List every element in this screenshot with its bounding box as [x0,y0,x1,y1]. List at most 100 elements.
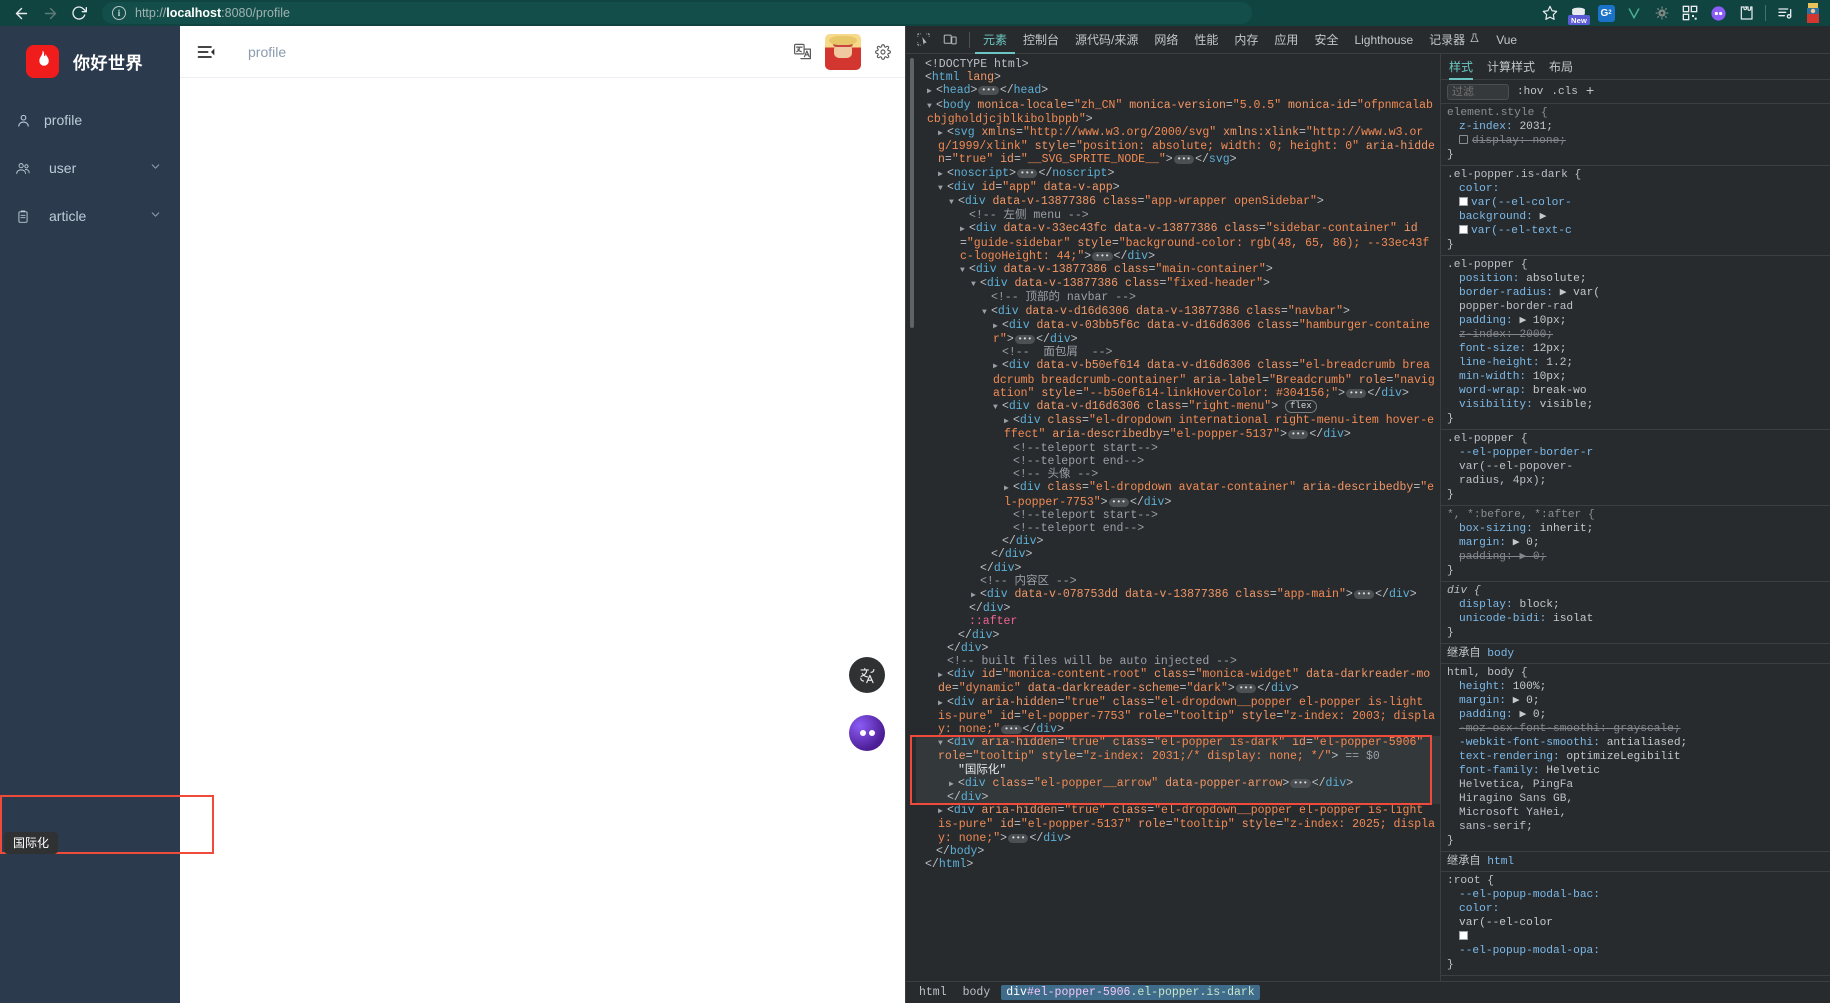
sidebar-item-user[interactable]: user [0,144,180,192]
reload-icon[interactable] [66,2,92,24]
styles-rules-list[interactable]: element.style {z-index: 2031; display: no… [1441,104,1830,981]
dom-node[interactable]: <!--teleport end--> [916,522,1440,535]
sidebar-logo[interactable]: 你好世界 [0,26,180,96]
css-property[interactable]: height: 100%; [1447,680,1830,694]
css-selector[interactable]: .el-popper { [1447,432,1830,446]
css-property[interactable]: display: none; [1447,134,1830,148]
css-selector[interactable]: element.style { [1447,106,1830,120]
dom-node[interactable]: ▶ <noscript> ••• </noscript> [916,167,1440,181]
css-rule[interactable]: html, body {height: 100%; margin: ▶ 0; pad… [1441,664,1830,852]
dom-node[interactable]: ▼ <div data-v-d16d6306 data-v-13877386 cl… [916,305,1440,319]
dom-node[interactable]: ▶ <div class="el-dropdown avatar-containe… [916,481,1440,508]
css-selector[interactable]: .el-popper { [1447,258,1830,272]
dom-node-selected[interactable]: "国际化" [916,763,1440,777]
user-avatar[interactable] [825,33,861,70]
css-property[interactable]: font-family: Helvetic [1447,764,1830,778]
new-style-rule-button[interactable]: + [1586,84,1594,100]
property-toggle-checkbox[interactable] [1459,135,1468,144]
bug-extension-icon[interactable] [1649,2,1675,24]
dom-node[interactable]: <!--teleport end--> [916,455,1440,468]
color-swatch[interactable] [1459,197,1468,206]
translate-fab[interactable] [849,657,885,693]
disclosure-triangle-icon[interactable]: ▶ [938,697,947,710]
css-property[interactable]: unicode-bidi: isolat [1447,612,1830,626]
color-swatch[interactable] [1459,931,1468,940]
dom-node[interactable]: <!--teleport start--> [916,442,1440,455]
css-property[interactable]: padding: ▶ 0; [1447,550,1830,564]
dom-node-selected[interactable]: ▼ <div aria-hidden="true" class="el-poppe… [916,736,1440,764]
tab-computed[interactable]: 计算样式 [1487,54,1535,80]
css-property[interactable]: z-index: 2000; [1447,328,1830,342]
css-property[interactable]: --el-popper-border-r [1447,446,1830,460]
css-selector[interactable]: :root { [1447,874,1830,888]
dom-node[interactable]: ▶ <div aria-hidden="true" class="el-dropd… [916,696,1440,737]
dom-node[interactable]: ▶ <div data-v-03bb5f6c data-v-d16d6306 cl… [916,319,1440,346]
dom-node[interactable]: ▼ <div data-v-13877386 class="main-contai… [916,263,1440,277]
dom-node[interactable]: ::after [916,615,1440,628]
dom-node-selected[interactable]: </div> [916,790,1440,805]
tab-memory[interactable]: 内存 [1226,26,1266,54]
css-rule[interactable]: .el-popper {position: absolute; border-ra… [1441,256,1830,430]
disclosure-triangle-icon[interactable]: ▼ [960,264,969,277]
css-property[interactable]: -webkit-font-smoothi: antialiased; [1447,736,1830,750]
dom-node[interactable]: <!--teleport start--> [916,509,1440,522]
tab-lighthouse[interactable]: Lighthouse [1346,26,1421,54]
disclosure-triangle-icon[interactable]: ▶ [938,127,947,140]
breadcrumb-selected[interactable]: div#el-popper-5906.el-popper.is-dark [1001,985,1260,1000]
dom-node[interactable]: ▶ <div data-v-b50ef614 data-v-d16d6306 cl… [916,359,1440,400]
css-property[interactable]: margin: ▶ 0; [1447,694,1830,708]
site-info-icon[interactable]: i [112,6,126,20]
disclosure-triangle-icon[interactable]: ▶ [949,778,958,791]
tab-security[interactable]: 安全 [1306,26,1346,54]
dom-tree[interactable]: <!DOCTYPE html> <html lang> ▶ <head> ••• </he… [906,54,1440,871]
disclosure-triangle-icon[interactable]: ▼ [949,196,958,209]
dom-node[interactable]: ▶ <div aria-hidden="true" class="el-dropd… [916,804,1440,845]
disclosure-triangle-icon[interactable]: ▶ [938,805,947,818]
disclosure-triangle-icon[interactable]: ▶ [971,589,980,602]
dom-node[interactable]: ▶ <div data-v-33ec43fc data-v-13877386 cl… [916,222,1440,263]
disclosure-triangle-icon[interactable]: ▼ [993,401,1002,414]
dom-scrollbar[interactable] [909,54,915,981]
dom-node[interactable]: ▼ <div data-v-13877386 class="app-wrapper… [916,195,1440,209]
css-property[interactable]: padding: ▶ 10px; [1447,314,1830,328]
dom-node[interactable]: </html> [916,858,1440,871]
disclosure-triangle-icon[interactable]: ▼ [938,737,947,750]
dom-tree-pane[interactable]: <!DOCTYPE html> <html lang> ▶ <head> ••• </he… [906,54,1441,981]
css-property[interactable]: word-wrap: break-wo [1447,384,1830,398]
tab-styles[interactable]: 样式 [1449,54,1473,80]
css-selector[interactable]: *, *:before, *:after { [1447,508,1830,522]
forward-arrow-icon[interactable] [37,2,63,24]
disclosure-triangle-icon[interactable]: ▶ [1004,482,1013,495]
dom-node[interactable]: ▶ <div data-v-078753dd data-v-13877386 cl… [916,588,1440,602]
cls-toggle[interactable]: .cls [1551,86,1577,98]
profile-avatar-icon[interactable] [1800,2,1826,24]
disclosure-triangle-icon[interactable]: ▼ [971,278,980,291]
css-property[interactable]: z-index: 2031; [1447,120,1830,134]
tab-recorder[interactable]: 记录器 [1421,26,1488,54]
translate-icon[interactable] [791,41,813,63]
dom-node[interactable]: ▼ <div data-v-d16d6306 class="right-menu"… [916,400,1440,414]
dom-node[interactable]: </body> [916,845,1440,858]
dom-node[interactable]: <!-- 面包屑 --> [916,346,1440,359]
dom-node[interactable]: ▼ <body monica-locale="zh_CN" monica-vers… [916,99,1440,126]
disclosure-triangle-icon[interactable]: ▶ [938,669,947,682]
css-property[interactable]: background: ▶ [1447,210,1830,224]
back-arrow-icon[interactable] [8,2,34,24]
dom-node[interactable]: <html lang> [916,71,1440,84]
disclosure-triangle-icon[interactable]: ▼ [982,306,991,319]
tab-performance[interactable]: 性能 [1186,26,1226,54]
css-property[interactable]: border-radius: ▶ var( [1447,286,1830,300]
disclosure-triangle-icon[interactable]: ▼ [938,182,947,195]
playlist-extension-icon[interactable] [1772,2,1798,24]
tab-network[interactable]: 网络 [1146,26,1186,54]
dom-node[interactable]: <!-- 内容区 --> [916,575,1440,588]
tab-console[interactable]: 控制台 [1015,26,1067,54]
tab-sources[interactable]: 源代码/来源 [1067,26,1146,54]
css-property[interactable]: margin: ▶ 0; [1447,536,1830,550]
css-property[interactable]: color: [1447,182,1830,196]
settings-gear-icon[interactable] [873,42,893,62]
grammarly-extension-icon[interactable]: G2 [1593,2,1619,24]
breadcrumb-body[interactable]: body [958,985,996,1000]
css-property[interactable]: var(--el-color [1447,916,1830,930]
css-property[interactable]: visibility: visible; [1447,398,1830,412]
